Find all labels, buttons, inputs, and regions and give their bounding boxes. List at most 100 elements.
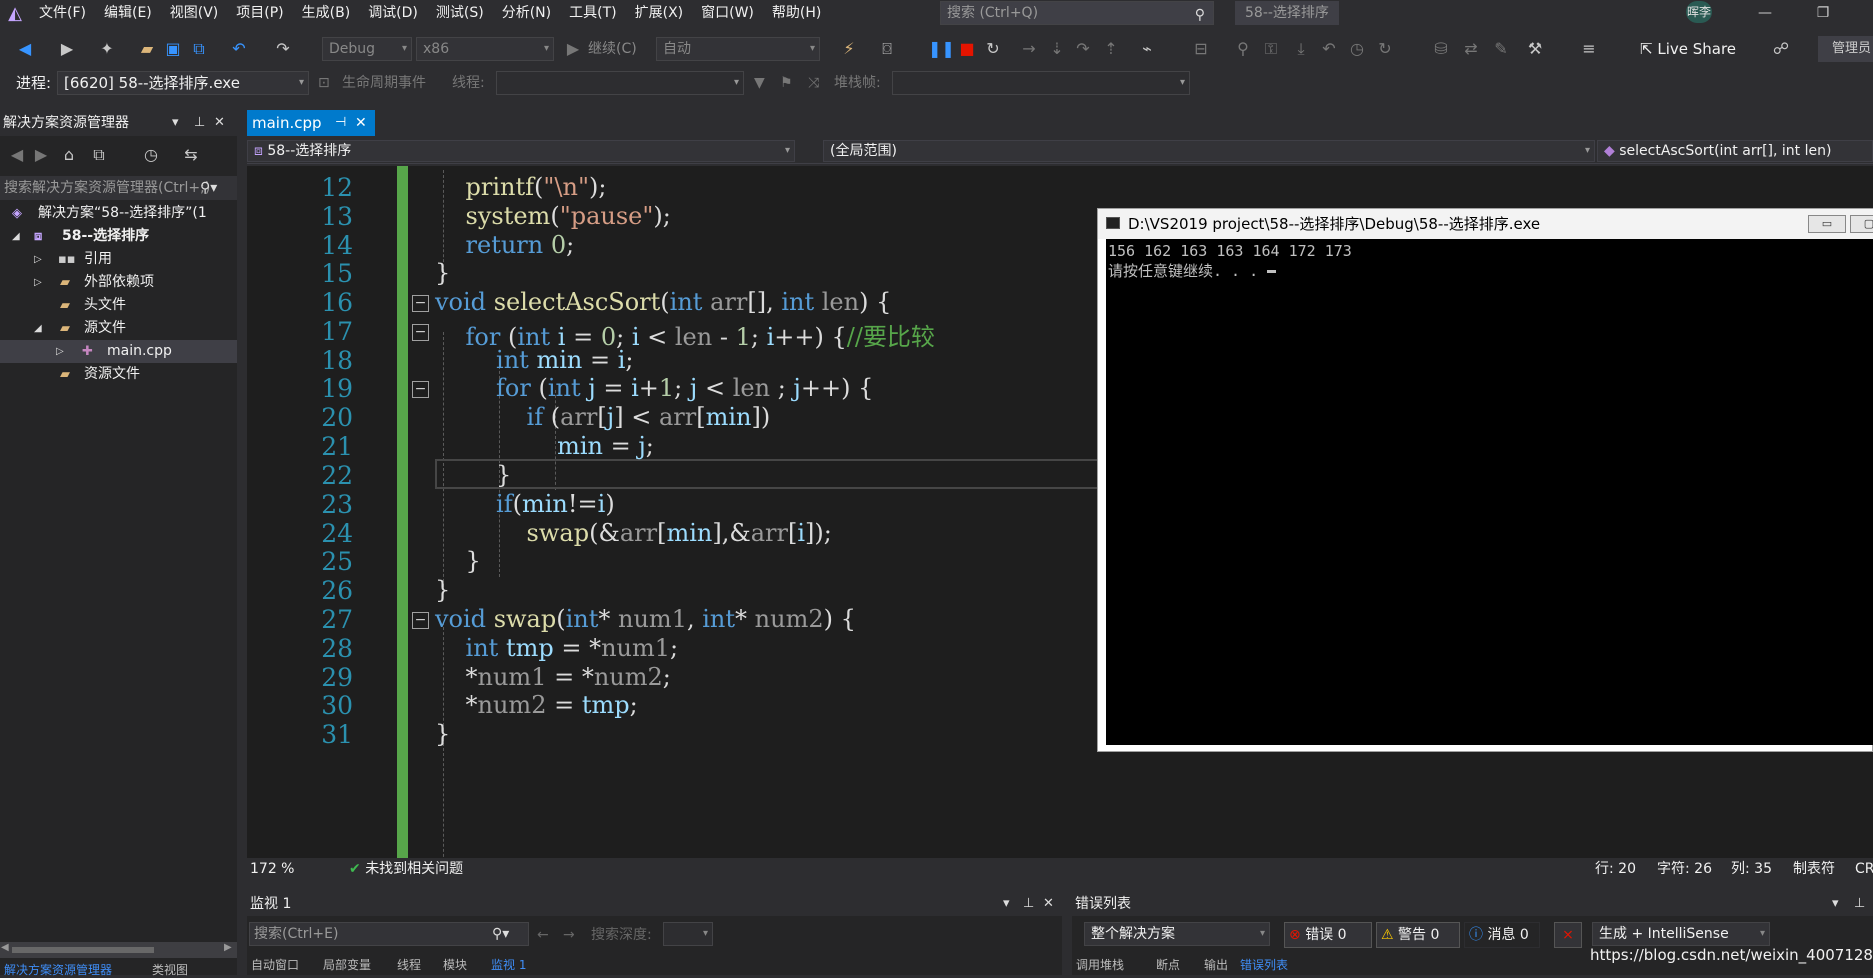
errors-filter-button[interactable]: ⊗ 错误 0 [1284, 922, 1372, 948]
tree-project-node[interactable]: ◢ ⧈ 58--选择排序 [0, 225, 237, 248]
scope-nav-select[interactable]: (全局范围) ▾ [823, 140, 1595, 162]
menu-file[interactable]: 文件(F) [30, 0, 95, 26]
forward-icon[interactable]: ▶ [30, 144, 52, 166]
quick-launch-search[interactable]: 搜索 (Ctrl+Q) ⚲ [940, 1, 1214, 25]
search-forward-icon[interactable]: → [563, 924, 575, 946]
sync-icon[interactable]: ⇆ [180, 144, 202, 166]
scroll-thumb[interactable] [12, 947, 154, 953]
tree-solution-node[interactable]: ◈ 解决方案“58--选择排序”(1 [0, 202, 237, 225]
collapsed-arrow-icon[interactable]: ▷ [34, 248, 42, 271]
forward-icon[interactable]: ▶ [56, 38, 78, 60]
pin-icon[interactable]: ⊥ [1023, 892, 1034, 916]
pause-icon[interactable]: ❚❚ [928, 38, 955, 60]
menu-build[interactable]: 生成(B) [293, 0, 360, 26]
filter-icon[interactable]: ▼ [754, 72, 765, 94]
continue-button[interactable]: 继续(C) [588, 38, 637, 60]
download-icon[interactable]: ⤓ [1290, 38, 1312, 60]
back-icon[interactable]: ◀ [14, 38, 36, 60]
redo-icon[interactable]: ↷ [272, 38, 294, 60]
tab-breakpoints[interactable]: 断点 [1156, 956, 1180, 975]
member-nav-select[interactable]: ◆ selectAscSort(int arr[], int len) [1597, 140, 1873, 162]
lock-icon[interactable]: ⚿ [1260, 38, 1282, 60]
minimize-icon[interactable]: — [1750, 2, 1780, 24]
menu-help[interactable]: 帮助(H) [763, 0, 830, 26]
warnings-filter-button[interactable]: ⚠ 警告 0 [1376, 922, 1460, 948]
pin-icon[interactable]: ⊣ [335, 110, 346, 136]
configuration-select[interactable]: Debug ▾ [322, 37, 412, 61]
diagnostics-icon[interactable]: ⌁ [1136, 38, 1158, 60]
menu-edit[interactable]: 编辑(E) [95, 0, 161, 26]
pin-icon[interactable]: ⊥ [194, 110, 205, 136]
error-scope-select[interactable]: 整个解决方案 ▾ [1084, 922, 1270, 946]
tools-icon[interactable]: ⚒ [1524, 38, 1546, 60]
project-nav-select[interactable]: ⧈ 58--选择排序 ▾ [247, 140, 795, 162]
platform-select[interactable]: x86 ▾ [416, 37, 554, 61]
step-into-icon[interactable]: ⇣ [1046, 38, 1068, 60]
stackframe-select[interactable]: ▾ [892, 71, 1190, 95]
tab-output[interactable]: 输出 [1204, 956, 1228, 975]
zoom-level[interactable]: 172 % [250, 858, 294, 880]
tab-autos[interactable]: 自动窗口 [251, 956, 299, 975]
tree-references-node[interactable]: ▷ ▪▪ 引用 [0, 248, 237, 271]
tab-main-cpp[interactable]: main.cpp ⊣ ✕ [247, 110, 375, 136]
tab-solution-explorer[interactable]: 解决方案资源管理器 [4, 961, 112, 978]
hot-reload-icon[interactable]: ⚡ [838, 38, 860, 60]
live-share-button[interactable]: ⇱ Live Share [1640, 38, 1736, 60]
horizontal-scrollbar[interactable]: ◀ ▶ [0, 942, 237, 958]
tree-external-deps-node[interactable]: ▷ ▰ 外部依赖项 [0, 271, 237, 294]
tree-main-cpp-node[interactable]: ▷ ✚ main.cpp [0, 340, 237, 363]
dropdown-icon[interactable]: ▾ [172, 110, 179, 136]
line-ending-indicator[interactable]: CR [1855, 858, 1873, 880]
menu-project[interactable]: 项目(P) [227, 0, 292, 26]
screenshot-icon[interactable]: ⌼ [876, 38, 898, 60]
clear-filter-icon[interactable]: ⨯ [1554, 922, 1582, 948]
close-tab-icon[interactable]: ✕ [355, 110, 367, 136]
no-issues-indicator[interactable]: ✔ 未找到相关问题 [349, 858, 463, 880]
new-project-icon[interactable]: ✦ [96, 38, 118, 60]
save-all-icon[interactable]: ⧉ [188, 38, 210, 60]
collapse-icon[interactable]: − [412, 381, 429, 398]
console-minimize-icon[interactable]: ▭ [1808, 215, 1846, 233]
dropdown-icon[interactable]: ▾ [1832, 892, 1839, 916]
tab-class-view[interactable]: 类视图 [152, 961, 188, 978]
format-icon[interactable]: ≡ [1578, 38, 1600, 60]
show-next-statement-icon[interactable]: → [1018, 38, 1040, 60]
open-folder-icon[interactable]: ▰ [136, 38, 158, 60]
collapsed-arrow-icon[interactable]: ▷ [56, 340, 64, 363]
admin-button[interactable]: 管理员 [1818, 36, 1873, 62]
collapse-icon[interactable]: − [412, 295, 429, 312]
console-window[interactable]: D:\VS2019 project\58--选择排序\Debug\58--选择排… [1097, 208, 1873, 752]
tree-resources-node[interactable]: ▰ 资源文件 [0, 363, 237, 386]
undo-icon[interactable]: ↶ [228, 38, 250, 60]
search-depth-select[interactable]: ▾ [663, 922, 713, 946]
pending-changes-icon[interactable]: ◷ [140, 144, 162, 166]
watch-search-input[interactable]: 搜索(Ctrl+E) ⚲▾ [249, 922, 529, 946]
stop-icon[interactable]: ■ [956, 38, 978, 60]
home-icon[interactable]: ⌂ [58, 144, 80, 166]
tab-error-list[interactable]: 错误列表 [1240, 956, 1288, 975]
database-icon[interactable]: ⛁ [1430, 38, 1452, 60]
close-icon[interactable]: ✕ [1043, 892, 1054, 916]
back-icon[interactable]: ◀ [6, 144, 28, 166]
menu-test[interactable]: 测试(S) [427, 0, 493, 26]
menu-tools[interactable]: 工具(T) [560, 0, 625, 26]
solution-search-input[interactable]: 搜索解决方案资源管理器(Ctrl+;) ⚲▾ [0, 176, 237, 200]
wrench-icon[interactable]: ✎ [1490, 38, 1512, 60]
scroll-right-icon[interactable]: ▶ [224, 942, 232, 953]
console-output[interactable]: 156 162 163 163 164 172 173 请按任意键继续. . . [1106, 239, 1873, 745]
expanded-arrow-icon[interactable]: ◢ [34, 317, 42, 340]
flag-icon[interactable]: ⚑ [780, 72, 793, 94]
build-filter-select[interactable]: 生成 + IntelliSense ▾ [1592, 922, 1770, 946]
console-title-bar[interactable]: D:\VS2019 project\58--选择排序\Debug\58--选择排… [1098, 209, 1873, 239]
tree-sources-node[interactable]: ◢ ▰ 源文件 [0, 317, 237, 340]
collapse-icon[interactable]: − [412, 324, 429, 341]
search-back-icon[interactable]: ← [537, 924, 549, 946]
tab-locals[interactable]: 局部变量 [323, 956, 371, 975]
messages-filter-button[interactable]: ⓘ 消息 0 [1464, 922, 1540, 948]
bookmark-icon[interactable]: ⚲ [1232, 38, 1254, 60]
restart-icon[interactable]: ↻ [982, 38, 1004, 60]
menu-window[interactable]: 窗口(W) [692, 0, 763, 26]
switch-views-icon[interactable]: ⧉ [88, 144, 110, 166]
tab-watch1[interactable]: 监视 1 [491, 956, 526, 975]
feedback-icon[interactable]: ☍ [1770, 38, 1792, 60]
